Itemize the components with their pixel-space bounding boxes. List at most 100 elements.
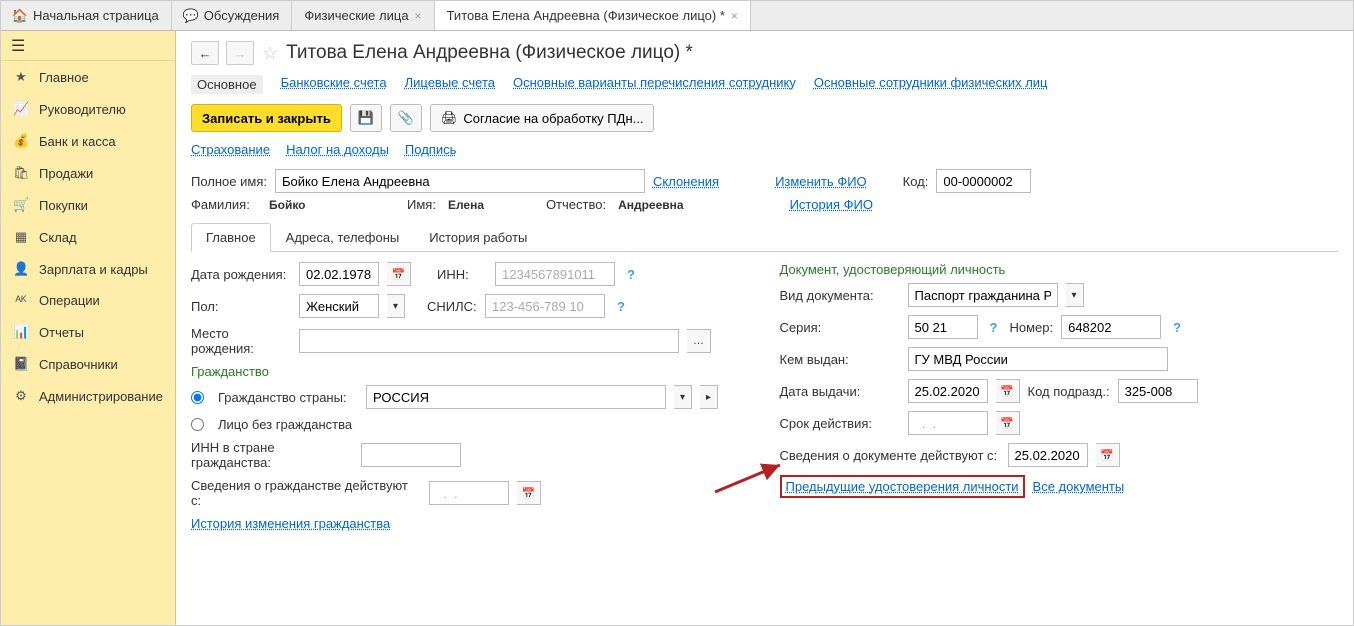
nav-label: Главное bbox=[39, 70, 89, 85]
nav-hr[interactable]: 👤Зарплата и кадры bbox=[1, 253, 175, 285]
tab-home[interactable]: 🏠 Начальная страница bbox=[1, 1, 172, 30]
citizenship-country-input[interactable] bbox=[366, 385, 666, 409]
patronymic-value: Андреевна bbox=[618, 198, 684, 212]
forward-button[interactable]: → bbox=[226, 41, 254, 65]
calendar-icon[interactable]: 📅 bbox=[517, 481, 541, 505]
doc-valid-label: Сведения о документе действуют с: bbox=[780, 448, 1000, 463]
nav-purchases[interactable]: 🛒Покупки bbox=[1, 189, 175, 221]
link-tax[interactable]: Налог на доходы bbox=[286, 142, 389, 157]
tab-label: Титова Елена Андреевна (Физическое лицо)… bbox=[447, 8, 725, 23]
subnav-osnsotr[interactable]: Основные сотрудники физических лиц bbox=[814, 75, 1048, 94]
citizenship-valid-input[interactable] bbox=[429, 481, 509, 505]
inn-country-label: ИНН в стране гражданства: bbox=[191, 440, 353, 470]
calendar-icon[interactable]: 📅 bbox=[996, 379, 1020, 403]
surname-value: Бойко bbox=[269, 198, 399, 212]
nav-label: Операции bbox=[39, 293, 100, 308]
link-history-fio[interactable]: История ФИО bbox=[790, 197, 873, 212]
link-signature[interactable]: Подпись bbox=[405, 142, 456, 157]
tab-person-detail[interactable]: Титова Елена Андреевна (Физическое лицо)… bbox=[435, 1, 751, 30]
menu-toggle[interactable]: ☰ bbox=[1, 31, 175, 61]
citizenship-valid-label: Сведения о гражданстве действуют с: bbox=[191, 478, 421, 508]
reports-icon: 📊 bbox=[13, 324, 29, 340]
link-all-docs[interactable]: Все документы bbox=[1033, 479, 1125, 494]
sex-label: Пол: bbox=[191, 299, 291, 314]
snils-input[interactable] bbox=[485, 294, 605, 318]
doc-valid-input[interactable] bbox=[1008, 443, 1088, 467]
subnav-bank[interactable]: Банковские счета bbox=[281, 75, 387, 94]
inner-tab-contacts[interactable]: Адреса, телефоны bbox=[271, 223, 415, 252]
link-previous-docs[interactable]: Предыдущие удостоверения личности bbox=[786, 479, 1019, 494]
back-button[interactable]: ← bbox=[191, 41, 219, 65]
open-icon[interactable]: ▸ bbox=[700, 385, 718, 409]
inner-tab-main[interactable]: Главное bbox=[191, 223, 271, 252]
code-label: Код: bbox=[903, 174, 929, 189]
help-icon[interactable]: ? bbox=[1169, 320, 1185, 335]
nav-reports[interactable]: 📊Отчеты bbox=[1, 316, 175, 348]
tab-persons[interactable]: Физические лица × bbox=[292, 1, 434, 30]
inn-country-input[interactable] bbox=[361, 443, 461, 467]
dept-code-input[interactable] bbox=[1118, 379, 1198, 403]
nav-dictionaries[interactable]: 📓Справочники bbox=[1, 348, 175, 380]
subnav-licevye[interactable]: Лицевые счета bbox=[405, 75, 495, 94]
link-citizenship-history[interactable]: История изменения гражданства bbox=[191, 516, 390, 531]
calendar-icon[interactable]: 📅 bbox=[387, 262, 411, 286]
book-icon: 📓 bbox=[13, 356, 29, 372]
citizenship-country-radio[interactable] bbox=[191, 391, 204, 404]
surname-label: Фамилия: bbox=[191, 197, 261, 212]
issued-label: Кем выдан: bbox=[780, 352, 900, 367]
write-and-close-button[interactable]: Записать и закрыть bbox=[191, 104, 342, 132]
calendar-icon[interactable]: 📅 bbox=[996, 411, 1020, 435]
subnav-main[interactable]: Основное bbox=[191, 75, 263, 94]
person-icon: 👤 bbox=[13, 261, 29, 277]
subnav-osnvar[interactable]: Основные варианты перечисления сотрудник… bbox=[513, 75, 796, 94]
stateless-radio[interactable] bbox=[191, 418, 204, 431]
nav-sales[interactable]: 🛍Продажи bbox=[1, 157, 175, 189]
birthplace-label: Место рождения: bbox=[191, 326, 291, 356]
more-icon[interactable]: … bbox=[687, 329, 711, 353]
nav-stock[interactable]: ▦Склад bbox=[1, 221, 175, 253]
dept-code-label: Код подразд.: bbox=[1028, 384, 1110, 399]
dropdown-icon[interactable]: ▾ bbox=[674, 385, 692, 409]
link-insurance[interactable]: Страхование bbox=[191, 142, 270, 157]
series-input[interactable] bbox=[908, 315, 978, 339]
number-input[interactable] bbox=[1061, 315, 1161, 339]
inner-tab-history[interactable]: История работы bbox=[414, 223, 542, 252]
valid-until-input[interactable] bbox=[908, 411, 988, 435]
stock-icon: ▦ bbox=[13, 229, 29, 245]
calendar-icon[interactable]: 📅 bbox=[1096, 443, 1120, 467]
consent-button[interactable]: 🖨Согласие на обработку ПДн... bbox=[430, 104, 655, 132]
doc-type-input[interactable] bbox=[908, 283, 1058, 307]
sex-input[interactable] bbox=[299, 294, 379, 318]
nav-operations[interactable]: ᴬᴷ Операции bbox=[1, 285, 175, 316]
tab-discussions[interactable]: 💬 Обсуждения bbox=[172, 1, 293, 30]
favorite-icon[interactable]: ☆ bbox=[262, 43, 278, 64]
issued-input[interactable] bbox=[908, 347, 1168, 371]
doc-section-header: Документ, удостоверяющий личность bbox=[780, 262, 1339, 277]
help-icon[interactable]: ? bbox=[623, 267, 639, 282]
issue-date-input[interactable] bbox=[908, 379, 988, 403]
nav-admin[interactable]: ⚙Администрирование bbox=[1, 380, 175, 412]
nav-manager[interactable]: 📈Руководителю bbox=[1, 93, 175, 125]
birthplace-input[interactable] bbox=[299, 329, 679, 353]
code-input[interactable] bbox=[936, 169, 1031, 193]
close-icon[interactable]: × bbox=[415, 9, 422, 23]
operations-icon: ᴬᴷ bbox=[13, 293, 29, 308]
save-button[interactable]: 💾 bbox=[350, 104, 382, 132]
inn-input[interactable] bbox=[495, 262, 615, 286]
dropdown-icon[interactable]: ▾ bbox=[387, 294, 405, 318]
full-name-input[interactable] bbox=[275, 169, 645, 193]
doc-type-label: Вид документа: bbox=[780, 288, 900, 303]
link-change-fio[interactable]: Изменить ФИО bbox=[775, 174, 867, 189]
nav-bank[interactable]: 💰Банк и касса bbox=[1, 125, 175, 157]
number-label: Номер: bbox=[1009, 320, 1053, 335]
attach-button[interactable]: 📎 bbox=[390, 104, 422, 132]
link-declensions[interactable]: Склонения bbox=[653, 174, 719, 189]
help-icon[interactable]: ? bbox=[986, 320, 1002, 335]
dropdown-icon[interactable]: ▾ bbox=[1066, 283, 1084, 307]
help-icon[interactable]: ? bbox=[613, 299, 629, 314]
dob-input[interactable] bbox=[299, 262, 379, 286]
nav-main[interactable]: ★Главное bbox=[1, 61, 175, 93]
close-icon[interactable]: × bbox=[731, 9, 738, 23]
tab-label: Обсуждения bbox=[204, 8, 280, 23]
nav-label: Банк и касса bbox=[39, 134, 116, 149]
